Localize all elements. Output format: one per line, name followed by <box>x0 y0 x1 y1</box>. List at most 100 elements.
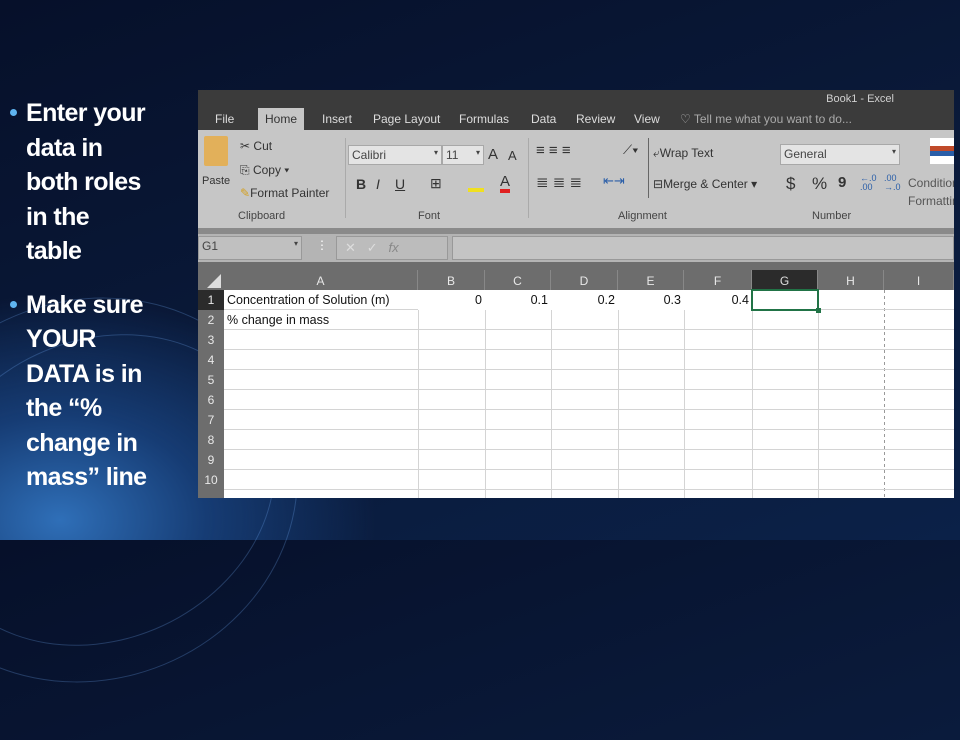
format-painter-button[interactable]: ✎Format Painter <box>240 186 329 200</box>
gridline <box>684 290 685 498</box>
bold-button[interactable]: B <box>356 176 366 192</box>
font-color-icon[interactable]: A <box>500 174 511 193</box>
row-header-partial <box>198 490 224 498</box>
currency-button[interactable]: $ <box>786 174 795 194</box>
ribbon: Paste ✂ Cut ⎘ Copy ▾ ✎Format Painter Cli… <box>198 130 954 228</box>
number-format-select[interactable]: General ▾ <box>780 144 900 165</box>
increase-font-icon[interactable]: A <box>488 146 498 163</box>
paste-icon[interactable] <box>204 136 228 166</box>
bullet-dot-icon <box>10 109 17 116</box>
tell-me-search[interactable]: ♡ Tell me what you want to do... <box>680 112 852 126</box>
decrease-decimal-icon[interactable]: .00 →.0 <box>884 174 901 192</box>
tab-data[interactable]: Data <box>531 112 556 126</box>
copy-icon: ⎘ <box>240 163 250 177</box>
conditional-formatting-button[interactable]: Conditional Formatting <box>908 174 954 210</box>
formula-input[interactable] <box>452 236 954 260</box>
column-header-d[interactable]: D <box>551 270 618 290</box>
brush-icon: ✎ <box>240 186 251 200</box>
copy-button[interactable]: ⎘ Copy ▾ <box>240 163 289 178</box>
column-header-g[interactable]: G <box>752 270 818 290</box>
cell-b1[interactable]: 0 <box>418 290 485 310</box>
increase-decimal-icon[interactable]: ←.0.00 <box>860 174 877 192</box>
formula-buttons: ✕ ✓ fx <box>336 236 448 260</box>
bullet-make-sure: Make sure YOUR DATA is in the “% change … <box>8 288 193 495</box>
decrease-font-icon[interactable]: A <box>508 148 517 163</box>
cancel-icon[interactable]: ✕ <box>345 240 356 255</box>
group-label-font: Font <box>418 210 441 222</box>
select-all-button[interactable] <box>198 270 224 290</box>
align-top-icon[interactable]: ≡ ≡ ≡ <box>536 142 571 159</box>
row-header-5[interactable]: 5 <box>198 370 224 390</box>
bullet-enter-data: Enter your data in both roles in the tab… <box>8 96 193 269</box>
more-icon: ⋮ <box>316 238 328 252</box>
cell-f1[interactable]: 0.4 <box>684 290 752 310</box>
font-name-select[interactable]: Calibri ▾ <box>348 145 442 165</box>
underline-button[interactable]: U <box>395 176 405 192</box>
tab-file[interactable]: File <box>215 112 234 126</box>
cell-d1[interactable]: 0.2 <box>551 290 618 310</box>
paste-button[interactable]: Paste <box>202 175 230 187</box>
font-size-select[interactable]: 11 ▾ <box>442 145 484 165</box>
name-box[interactable]: G1 ▾ <box>198 236 302 260</box>
gridline <box>884 290 885 498</box>
row-header-8[interactable]: 8 <box>198 430 224 450</box>
merge-center-button[interactable]: ⊟Merge & Center ▾ <box>653 177 757 191</box>
group-label-number: Number <box>812 210 852 222</box>
slide-bullets: Enter your data in both roles in the tab… <box>8 96 193 514</box>
cell-a2[interactable]: % change in mass <box>224 310 332 330</box>
bullet-line: the “% <box>26 394 102 422</box>
gridline <box>551 290 552 498</box>
gridline <box>818 290 819 498</box>
gridline <box>224 369 954 370</box>
row-header-7[interactable]: 7 <box>198 410 224 430</box>
tab-insert[interactable]: Insert <box>322 112 352 126</box>
tab-page-layout[interactable]: Page Layout <box>373 112 440 126</box>
row-header-10[interactable]: 10 <box>198 470 224 490</box>
function-icon[interactable]: fx <box>389 240 399 255</box>
column-header-i[interactable]: I <box>884 270 954 290</box>
italic-button[interactable]: I <box>376 176 380 192</box>
column-header-h[interactable]: H <box>818 270 884 290</box>
tab-view[interactable]: View <box>634 112 660 126</box>
tab-review[interactable]: Review <box>576 112 615 126</box>
font-name-value: Calibri <box>352 148 387 162</box>
cut-label: Cut <box>253 139 273 153</box>
fill-color-icon[interactable] <box>468 176 484 192</box>
tab-formulas[interactable]: Formulas <box>459 112 509 126</box>
bullet-line: change in <box>26 428 138 457</box>
indent-icon[interactable]: ⇤⇥ <box>603 173 625 189</box>
align-left-icon[interactable]: ≣ ≣ ≣ <box>536 173 582 191</box>
tab-home[interactable]: Home <box>258 108 305 130</box>
enter-icon[interactable]: ✓ <box>367 240 378 255</box>
gridline <box>224 329 954 330</box>
selected-cell-g1[interactable] <box>751 289 821 313</box>
orientation-icon[interactable]: ⟋▾ <box>623 142 638 158</box>
row-header-9[interactable]: 9 <box>198 450 224 470</box>
cell-c1[interactable]: 0.1 <box>485 290 551 310</box>
comma-button[interactable]: 9 <box>838 174 846 191</box>
row-header-3[interactable]: 3 <box>198 330 224 350</box>
borders-icon[interactable]: ⊞ <box>430 175 442 192</box>
percent-button[interactable]: % <box>812 174 827 194</box>
row-header-2[interactable]: 2 <box>198 310 224 330</box>
column-header-a[interactable]: A <box>224 270 418 290</box>
group-label-alignment: Alignment <box>618 210 667 222</box>
gridline <box>224 449 954 450</box>
cell-a1[interactable]: Concentration of Solution (m) <box>224 290 393 310</box>
row-header-1[interactable]: 1 <box>198 290 224 310</box>
scissors-icon: ✂ <box>240 139 251 153</box>
column-header-f[interactable]: F <box>684 270 752 290</box>
column-header-e[interactable]: E <box>618 270 684 290</box>
cut-button[interactable]: ✂ Cut <box>240 139 272 153</box>
row-header-6[interactable]: 6 <box>198 390 224 410</box>
row-header-4[interactable]: 4 <box>198 350 224 370</box>
column-header-b[interactable]: B <box>418 270 485 290</box>
name-box-value: G1 <box>202 239 219 253</box>
column-header-c[interactable]: C <box>485 270 551 290</box>
cell-e1[interactable]: 0.3 <box>618 290 684 310</box>
conditional-formatting-icon[interactable] <box>930 138 954 164</box>
bullet-line: Enter your <box>26 99 146 127</box>
ribbon-tabs: File Home Insert Page Layout Formulas Da… <box>198 108 954 130</box>
wrap-text-button[interactable]: ⤶Wrap Text <box>653 146 713 161</box>
fill-handle[interactable] <box>816 308 821 313</box>
